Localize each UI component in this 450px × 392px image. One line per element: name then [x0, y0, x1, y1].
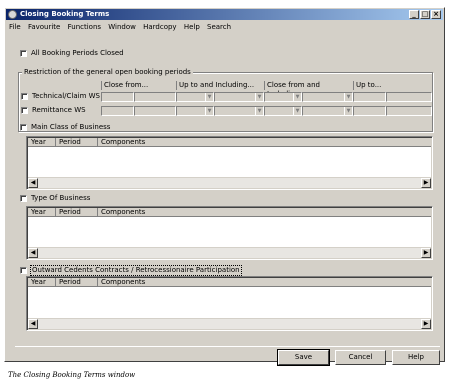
type-of-business-label: Type Of Business	[31, 194, 91, 202]
app-icon[interactable]	[8, 10, 17, 19]
scroll-right-arrow-icon[interactable]: ▶	[421, 248, 431, 258]
grid-body[interactable]	[28, 147, 431, 177]
tech-upto-year[interactable]: ▼	[176, 92, 214, 102]
scroll-left-arrow-icon[interactable]: ◀	[28, 319, 38, 329]
grid-body[interactable]	[28, 217, 431, 247]
button-separator	[15, 346, 440, 347]
col-period[interactable]: Period	[56, 138, 98, 147]
scroll-left-arrow-icon[interactable]: ◀	[28, 178, 38, 188]
header-up-to: Up to...	[353, 81, 433, 90]
grid-header: Year Period Components	[28, 138, 431, 147]
tech-upto2-period[interactable]	[386, 92, 432, 102]
tech-close-incl-period[interactable]: ▼	[302, 92, 353, 102]
dropdown-arrow-icon[interactable]: ▼	[205, 93, 213, 101]
menu-search[interactable]: Search	[207, 23, 231, 31]
menu-hardcopy[interactable]: Hardcopy	[143, 23, 176, 31]
remit-close-incl-year[interactable]: ▼	[264, 106, 302, 116]
closing-booking-terms-window: Closing Booking Terms _ □ × File Favouri…	[4, 7, 445, 365]
tech-close-incl-year[interactable]: ▼	[264, 92, 302, 102]
dropdown-arrow-icon[interactable]: ▼	[344, 107, 352, 115]
col-components[interactable]: Components	[98, 138, 433, 147]
restriction-group-title: Restriction of the general open booking …	[22, 68, 193, 77]
menu-bar: File Favourite Functions Window Hardcopy…	[9, 22, 236, 32]
dropdown-arrow-icon[interactable]: ▼	[255, 93, 263, 101]
menu-file[interactable]: File	[9, 23, 21, 31]
dropdown-arrow-icon[interactable]: ▼	[293, 93, 301, 101]
remittance-checkbox[interactable]	[21, 107, 28, 114]
tech-upto2-year[interactable]	[353, 92, 386, 102]
col-year[interactable]: Year	[28, 208, 56, 217]
remit-close-incl-period[interactable]: ▼	[302, 106, 353, 116]
dropdown-arrow-icon[interactable]: ▼	[205, 107, 213, 115]
remit-close-from-period[interactable]	[134, 106, 176, 116]
all-closed-checkbox[interactable]	[20, 50, 27, 57]
figure-caption: The Closing Booking Terms window	[8, 371, 136, 379]
horizontal-scrollbar[interactable]: ◀ ▶	[28, 248, 431, 258]
cancel-button[interactable]: Cancel	[335, 350, 386, 365]
horizontal-scrollbar[interactable]: ◀ ▶	[28, 319, 431, 329]
scroll-right-arrow-icon[interactable]: ▶	[421, 178, 431, 188]
save-button[interactable]: Save	[278, 350, 329, 365]
scroll-right-arrow-icon[interactable]: ▶	[421, 319, 431, 329]
outward-cedents-grid[interactable]: Year Period Components ◀ ▶	[26, 276, 433, 331]
header-close-from: Close from...	[101, 81, 176, 90]
close-button[interactable]: ×	[431, 10, 441, 19]
remit-upto2-year[interactable]	[353, 106, 386, 116]
remit-upto-period[interactable]: ▼	[214, 106, 264, 116]
menu-favourite[interactable]: Favourite	[28, 23, 60, 31]
grid-body[interactable]	[28, 287, 431, 318]
col-period[interactable]: Period	[56, 208, 98, 217]
window-title: Closing Booking Terms	[20, 10, 110, 18]
main-class-grid[interactable]: Year Period Components ◀ ▶	[26, 136, 433, 190]
type-of-business-grid[interactable]: Year Period Components ◀ ▶	[26, 206, 433, 260]
dropdown-arrow-icon[interactable]: ▼	[255, 107, 263, 115]
remit-upto2-period[interactable]	[386, 106, 432, 116]
main-class-label: Main Class of Business	[31, 123, 111, 131]
grid-header: Year Period Components	[28, 278, 431, 287]
technical-claim-label: Technical/Claim WS	[32, 92, 100, 100]
tech-close-from-period[interactable]	[134, 92, 176, 102]
remit-close-from-year[interactable]	[101, 106, 134, 116]
menu-window[interactable]: Window	[108, 23, 136, 31]
outward-cedents-label: Outward Cedents Contracts / Retrocession…	[30, 265, 242, 276]
technical-claim-checkbox[interactable]	[21, 93, 28, 100]
outward-cedents-checkbox[interactable]	[20, 267, 27, 274]
grid-header: Year Period Components	[28, 208, 431, 217]
remit-upto-year[interactable]: ▼	[176, 106, 214, 116]
col-components[interactable]: Components	[98, 278, 433, 287]
tech-upto-period[interactable]: ▼	[214, 92, 264, 102]
dropdown-arrow-icon[interactable]: ▼	[293, 107, 301, 115]
help-button[interactable]: Help	[392, 350, 440, 365]
dropdown-arrow-icon[interactable]: ▼	[344, 93, 352, 101]
header-up-to-including: Up to and Including...	[176, 81, 264, 90]
main-class-checkbox[interactable]	[20, 124, 27, 131]
title-bar: Closing Booking Terms _ □ ×	[6, 9, 443, 20]
tech-close-from-year[interactable]	[101, 92, 134, 102]
scroll-left-arrow-icon[interactable]: ◀	[28, 248, 38, 258]
maximize-button[interactable]: □	[420, 10, 430, 19]
remittance-label: Remittance WS	[32, 106, 86, 114]
type-of-business-checkbox[interactable]	[20, 195, 27, 202]
minimize-button[interactable]: _	[409, 10, 419, 19]
col-year[interactable]: Year	[28, 278, 56, 287]
col-components[interactable]: Components	[98, 208, 433, 217]
all-closed-label: All Booking Periods Closed	[31, 49, 124, 57]
menu-functions[interactable]: Functions	[68, 23, 101, 31]
header-close-from-including: Close from and Including ...	[264, 81, 353, 98]
horizontal-scrollbar[interactable]: ◀ ▶	[28, 178, 431, 188]
col-year[interactable]: Year	[28, 138, 56, 147]
col-period[interactable]: Period	[56, 278, 98, 287]
menu-help[interactable]: Help	[184, 23, 200, 31]
